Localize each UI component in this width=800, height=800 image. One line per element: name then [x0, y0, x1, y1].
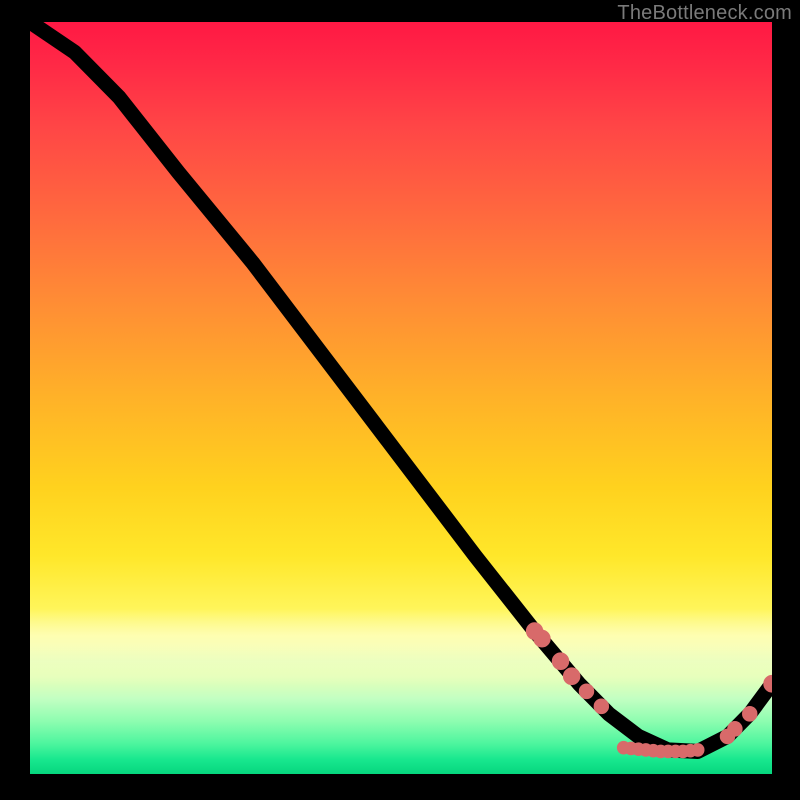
data-marker — [556, 656, 566, 666]
data-marker — [537, 634, 547, 644]
data-marker — [582, 687, 590, 695]
data-marker — [567, 671, 577, 681]
bottleneck-curve — [30, 22, 772, 751]
data-marker — [597, 702, 605, 710]
data-marker — [746, 710, 754, 718]
data-marker — [731, 725, 739, 733]
data-marker — [695, 747, 701, 753]
chart-stage: TheBottleneck.com — [0, 0, 800, 800]
curve-layer — [30, 22, 772, 774]
data-marker — [767, 679, 772, 689]
plot-area — [30, 22, 772, 774]
